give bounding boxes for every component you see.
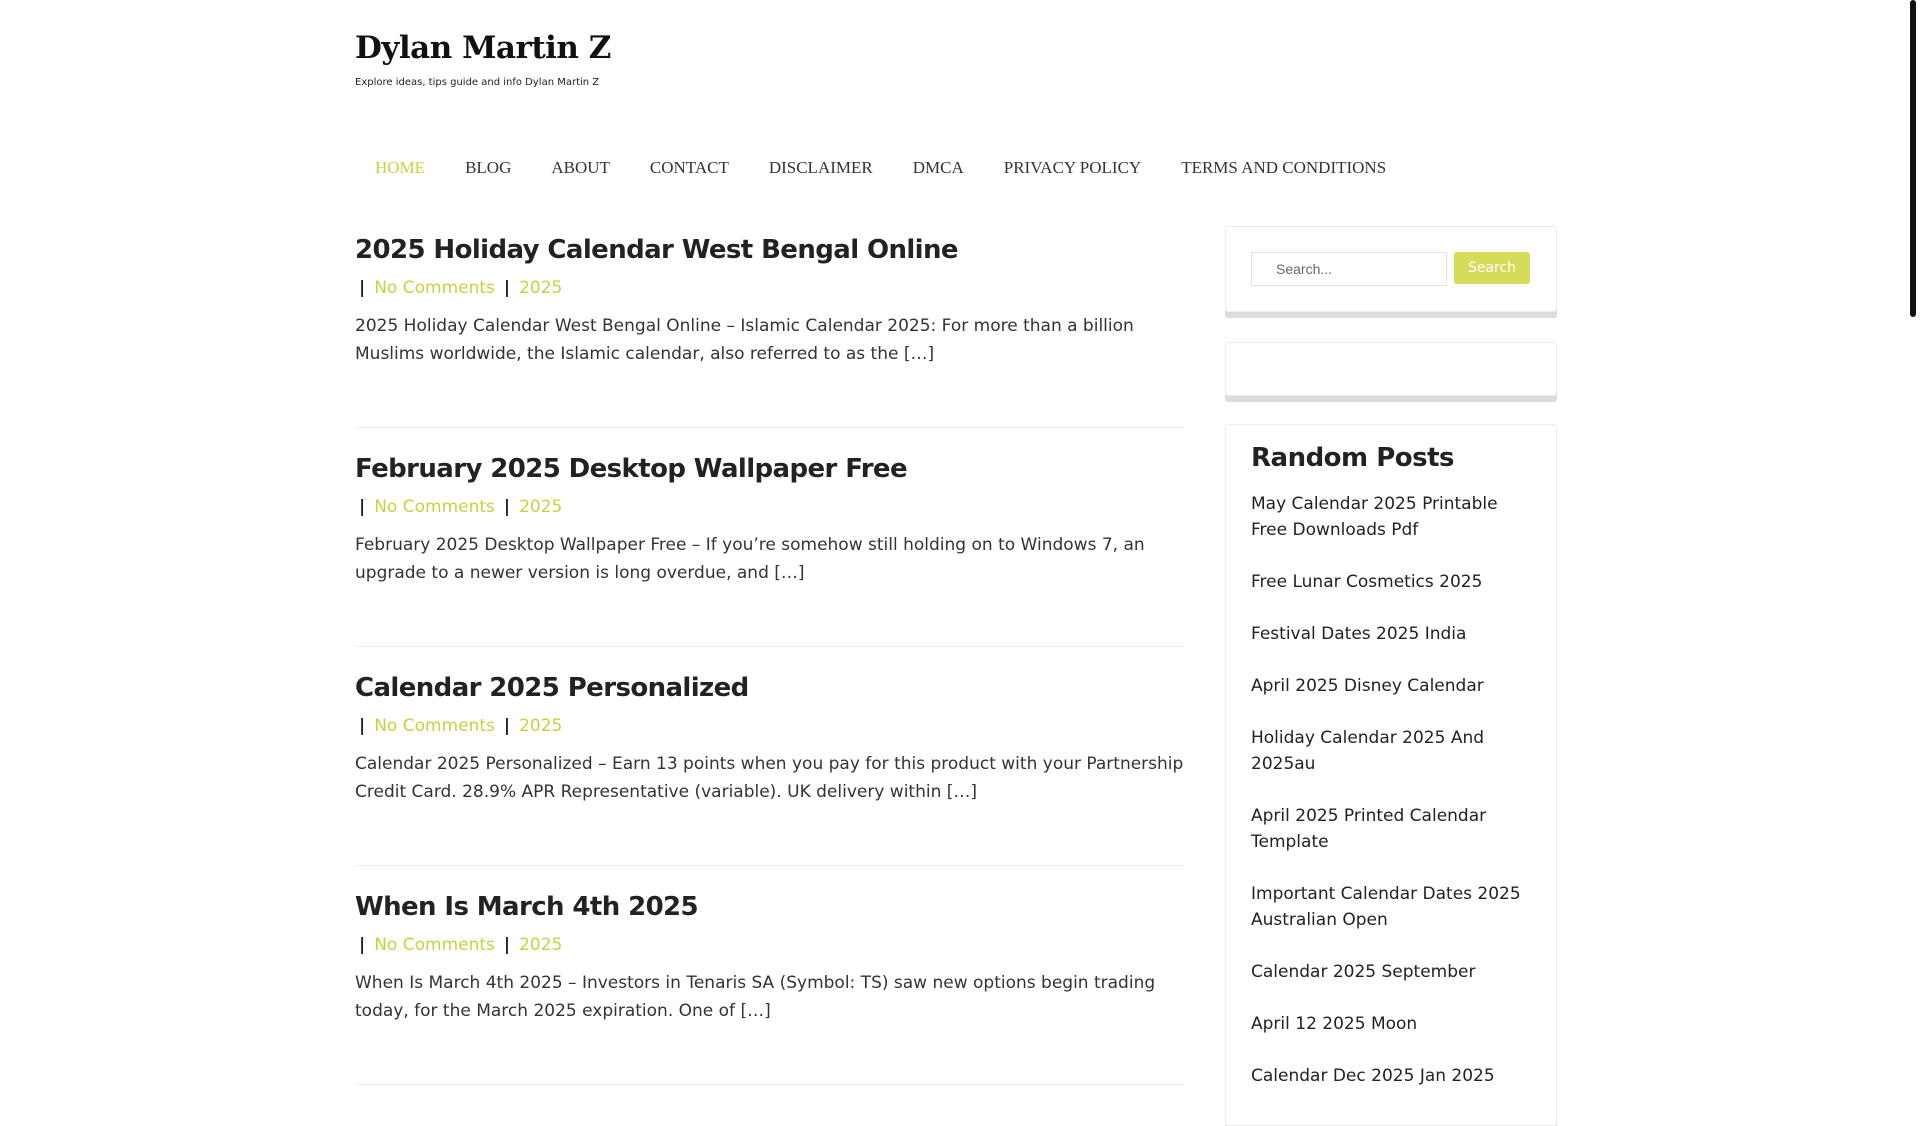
search-input[interactable] <box>1251 252 1447 286</box>
random-post-link[interactable]: Festival Dates 2025 India <box>1251 621 1531 647</box>
meta-separator: | <box>359 935 366 955</box>
post-title[interactable]: When Is March 4th 2025 <box>355 889 1185 922</box>
post-excerpt: When Is March 4th 2025 – Investors in Te… <box>355 973 1156 1021</box>
nav-item-home[interactable]: HOME <box>355 158 445 178</box>
meta-separator: | <box>359 278 366 298</box>
random-post-link[interactable]: May Calendar 2025 Printable Free Downloa… <box>1251 491 1531 543</box>
category-link[interactable]: 2025 <box>519 278 562 298</box>
empty-widget <box>1225 342 1557 396</box>
search-widget: Search <box>1225 226 1557 312</box>
post-card: February 2025 Desktop Wallpaper Free | N… <box>355 451 1185 647</box>
post-card: When Is March 4th 2025 | No Comments | 2… <box>355 889 1185 1085</box>
random-post-link[interactable]: Free Lunar Cosmetics 2025 <box>1251 569 1531 595</box>
site-description: Explore ideas, tips guide and info Dylan… <box>355 77 600 88</box>
comments-link[interactable]: No Comments <box>374 278 495 298</box>
meta-separator: | <box>503 278 511 298</box>
comments-link[interactable]: No Comments <box>374 497 495 517</box>
random-posts-list: May Calendar 2025 Printable Free Downloa… <box>1226 491 1556 1089</box>
post-meta: | No Comments | 2025 <box>355 716 1185 736</box>
site-title[interactable]: Dylan Martin Z <box>355 30 611 66</box>
random-post-link[interactable]: Important Calendar Dates 2025 Australian… <box>1251 881 1531 933</box>
nav-item-about[interactable]: ABOUT <box>531 158 630 178</box>
meta-separator: | <box>503 497 511 517</box>
random-post-link[interactable]: Calendar Dec 2025 Jan 2025 <box>1251 1063 1531 1089</box>
category-link[interactable]: 2025 <box>519 497 562 517</box>
nav-item-terms[interactable]: TERMS AND CONDITIONS <box>1161 158 1406 178</box>
meta-separator: | <box>359 497 366 517</box>
post-card: 2025 Holiday Calendar West Bengal Online… <box>355 232 1185 428</box>
nav-item-blog[interactable]: BLOG <box>445 158 531 178</box>
nav-item-dmca[interactable]: DMCA <box>893 158 984 178</box>
nav-item-privacy-policy[interactable]: PRIVACY POLICY <box>984 158 1161 178</box>
search-button[interactable]: Search <box>1454 252 1530 284</box>
random-post-link[interactable]: April 2025 Printed Calendar Template <box>1251 803 1531 855</box>
post-excerpt: 2025 Holiday Calendar West Bengal Online… <box>355 316 1134 364</box>
nav-item-disclaimer[interactable]: DISCLAIMER <box>749 158 893 178</box>
random-posts-title: Random Posts <box>1251 443 1455 473</box>
random-post-link[interactable]: Calendar 2025 September <box>1251 959 1531 985</box>
category-link[interactable]: 2025 <box>519 716 562 736</box>
scrollbar-thumb[interactable] <box>1910 0 1916 317</box>
random-post-link[interactable]: April 12 2025 Moon <box>1251 1011 1531 1037</box>
post-title[interactable]: 2025 Holiday Calendar West Bengal Online <box>355 232 1185 265</box>
main-navigation: HOME BLOG ABOUT CONTACT DISCLAIMER DMCA … <box>355 158 1406 178</box>
category-link[interactable]: 2025 <box>519 935 562 955</box>
post-meta: | No Comments | 2025 <box>355 935 1185 955</box>
post-meta: | No Comments | 2025 <box>355 278 1185 298</box>
random-post-link[interactable]: Holiday Calendar 2025 And 2025au <box>1251 725 1531 777</box>
post-list: 2025 Holiday Calendar West Bengal Online… <box>355 232 1185 1108</box>
meta-separator: | <box>359 716 366 736</box>
post-title[interactable]: February 2025 Desktop Wallpaper Free <box>355 451 1185 484</box>
scrollbar[interactable] <box>1906 0 1920 1080</box>
post-excerpt: February 2025 Desktop Wallpaper Free – I… <box>355 535 1145 583</box>
meta-separator: | <box>503 935 511 955</box>
comments-link[interactable]: No Comments <box>374 935 495 955</box>
meta-separator: | <box>503 716 511 736</box>
random-posts-widget: Random Posts May Calendar 2025 Printable… <box>1225 424 1557 1126</box>
post-meta: | No Comments | 2025 <box>355 497 1185 517</box>
nav-item-contact[interactable]: CONTACT <box>630 158 749 178</box>
random-post-link[interactable]: April 2025 Disney Calendar <box>1251 673 1531 699</box>
post-title[interactable]: Calendar 2025 Personalized <box>355 670 1185 703</box>
post-card: Calendar 2025 Personalized | No Comments… <box>355 670 1185 866</box>
post-excerpt: Calendar 2025 Personalized – Earn 13 poi… <box>355 754 1184 802</box>
comments-link[interactable]: No Comments <box>374 716 495 736</box>
